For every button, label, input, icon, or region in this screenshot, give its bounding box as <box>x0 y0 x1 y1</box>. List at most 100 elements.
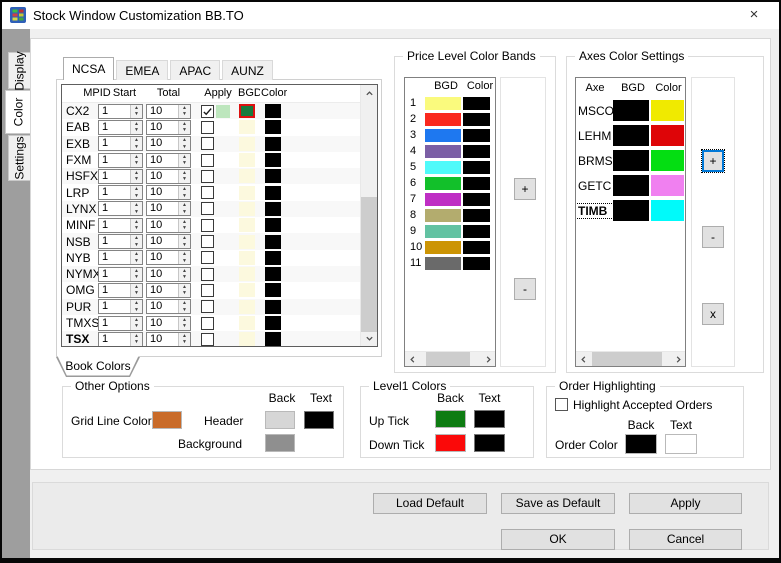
text-color-swatch[interactable] <box>463 240 490 254</box>
spinner-down-icon[interactable]: ▼ <box>179 225 190 232</box>
up-tick-back-swatch[interactable] <box>435 410 466 428</box>
spinner-buttons[interactable]: ▲ ▼ <box>130 202 142 216</box>
text-color-swatch[interactable] <box>651 125 684 146</box>
spinner-down-icon[interactable]: ▼ <box>179 192 190 200</box>
spinner-buttons[interactable]: ▲ ▼ <box>130 137 142 151</box>
text-color-swatch[interactable] <box>463 224 490 238</box>
text-color-swatch[interactable] <box>265 283 281 298</box>
total-spinner[interactable]: 10 ▲ ▼ <box>146 119 191 135</box>
spinner-down-icon[interactable]: ▼ <box>131 176 142 183</box>
total-spinner[interactable]: 10 ▲ ▼ <box>146 185 191 201</box>
total-spinner[interactable]: 10 ▲ ▼ <box>146 315 191 331</box>
apply-checkbox[interactable] <box>201 218 214 232</box>
total-spinner[interactable]: 10 ▲ ▼ <box>146 136 191 152</box>
start-spinner[interactable]: 1 ▲ ▼ <box>98 201 143 217</box>
axe-label[interactable]: MSCO <box>576 104 614 118</box>
bgd-color-swatch[interactable] <box>239 234 255 249</box>
spinner-down-icon[interactable]: ▼ <box>131 306 142 314</box>
apply-checkbox[interactable] <box>201 267 214 281</box>
bgd-color-swatch[interactable] <box>425 112 461 126</box>
axe-label[interactable]: GETC <box>576 179 613 193</box>
spinner-buttons[interactable]: ▲ ▼ <box>178 137 190 151</box>
bgd-color-swatch[interactable] <box>239 332 255 346</box>
start-spinner[interactable]: 1 ▲ ▼ <box>98 152 143 168</box>
text-color-swatch[interactable] <box>265 120 281 135</box>
close-button[interactable]: × <box>739 2 769 29</box>
apply-color-swatch[interactable] <box>216 104 230 118</box>
start-spinner[interactable]: 1 ▲ ▼ <box>98 168 143 184</box>
text-color-swatch[interactable] <box>463 160 490 174</box>
spinner-down-icon[interactable]: ▼ <box>131 127 142 134</box>
apply-button[interactable]: Apply <box>629 493 742 514</box>
start-spinner[interactable]: 1 ▲ ▼ <box>98 331 143 346</box>
spinner-buttons[interactable]: ▲ ▼ <box>178 316 190 330</box>
spinner-buttons[interactable]: ▲ ▼ <box>130 186 142 200</box>
bgd-color-swatch[interactable] <box>239 283 255 298</box>
text-color-swatch[interactable] <box>265 250 281 265</box>
apply-color-swatch[interactable] <box>216 317 230 330</box>
scroll-left-icon[interactable] <box>405 352 419 366</box>
total-spinner[interactable]: 10 ▲ ▼ <box>146 250 191 266</box>
spinner-down-icon[interactable]: ▼ <box>179 111 190 118</box>
up-tick-text-swatch[interactable] <box>474 410 505 428</box>
order-text-swatch[interactable] <box>665 434 697 454</box>
apply-checkbox[interactable] <box>201 202 214 216</box>
bgd-color-swatch[interactable] <box>425 224 461 238</box>
total-spinner[interactable]: 10 ▲ ▼ <box>146 282 191 298</box>
start-spinner[interactable]: 1 ▲ ▼ <box>98 103 143 119</box>
axe-label[interactable]: BRMS <box>576 154 613 168</box>
background-back-swatch[interactable] <box>265 434 295 452</box>
apply-color-swatch[interactable] <box>216 202 230 215</box>
add-axe-button[interactable]: + <box>701 149 725 173</box>
apply-color-swatch[interactable] <box>216 268 230 281</box>
start-spinner[interactable]: 1 ▲ ▼ <box>98 315 143 331</box>
apply-checkbox[interactable] <box>201 153 214 167</box>
text-color-swatch[interactable] <box>265 332 281 346</box>
apply-checkbox[interactable] <box>201 137 214 151</box>
text-color-swatch[interactable] <box>265 153 281 168</box>
spinner-buttons[interactable]: ▲ ▼ <box>178 251 190 265</box>
spinner-buttons[interactable]: ▲ ▼ <box>130 300 142 314</box>
apply-checkbox[interactable] <box>201 316 214 330</box>
bgd-color-swatch[interactable] <box>425 160 461 174</box>
bgd-color-swatch[interactable] <box>239 316 255 330</box>
total-spinner[interactable]: 10 ▲ ▼ <box>146 168 191 184</box>
text-color-swatch[interactable] <box>463 176 490 190</box>
apply-color-swatch[interactable] <box>216 333 230 346</box>
start-spinner[interactable]: 1 ▲ ▼ <box>98 234 143 250</box>
total-spinner[interactable]: 10 ▲ ▼ <box>146 331 191 346</box>
spinner-buttons[interactable]: ▲ ▼ <box>130 235 142 249</box>
spinner-buttons[interactable]: ▲ ▼ <box>130 169 142 183</box>
apply-color-swatch[interactable] <box>216 121 230 134</box>
total-spinner[interactable]: 10 ▲ ▼ <box>146 201 191 217</box>
bgd-color-swatch[interactable] <box>239 267 255 282</box>
bgd-color-swatch[interactable] <box>425 208 461 222</box>
spinner-down-icon[interactable]: ▼ <box>179 143 190 151</box>
spinner-down-icon[interactable]: ▼ <box>179 241 190 249</box>
total-spinner[interactable]: 10 ▲ ▼ <box>146 152 191 168</box>
spinner-down-icon[interactable]: ▼ <box>131 143 142 151</box>
spinner-buttons[interactable]: ▲ ▼ <box>130 332 142 346</box>
text-color-swatch[interactable] <box>265 234 281 249</box>
region-tab[interactable]: APAC <box>170 60 221 80</box>
spinner-buttons[interactable]: ▲ ▼ <box>178 332 190 346</box>
text-color-swatch[interactable] <box>265 316 281 330</box>
spinner-buttons[interactable]: ▲ ▼ <box>130 120 142 134</box>
apply-color-swatch[interactable] <box>216 137 230 150</box>
spinner-buttons[interactable]: ▲ ▼ <box>130 316 142 330</box>
apply-color-swatch[interactable] <box>216 219 230 232</box>
axe-label[interactable]: LEHM <box>576 129 613 143</box>
bgd-color-swatch[interactable] <box>425 192 461 206</box>
start-spinner[interactable]: 1 ▲ ▼ <box>98 282 143 298</box>
text-color-swatch[interactable] <box>265 185 281 200</box>
bgd-color-swatch[interactable] <box>425 128 461 142</box>
start-spinner[interactable]: 1 ▲ ▼ <box>98 136 143 152</box>
text-color-swatch[interactable] <box>265 169 281 184</box>
apply-color-swatch[interactable] <box>216 154 230 167</box>
text-color-swatch[interactable] <box>463 144 490 158</box>
grid-line-color-swatch[interactable] <box>152 411 182 429</box>
spinner-buttons[interactable]: ▲ ▼ <box>130 153 142 167</box>
side-tab[interactable]: Color <box>5 90 30 134</box>
bgd-color-swatch[interactable] <box>239 218 255 233</box>
apply-checkbox[interactable] <box>201 120 214 134</box>
